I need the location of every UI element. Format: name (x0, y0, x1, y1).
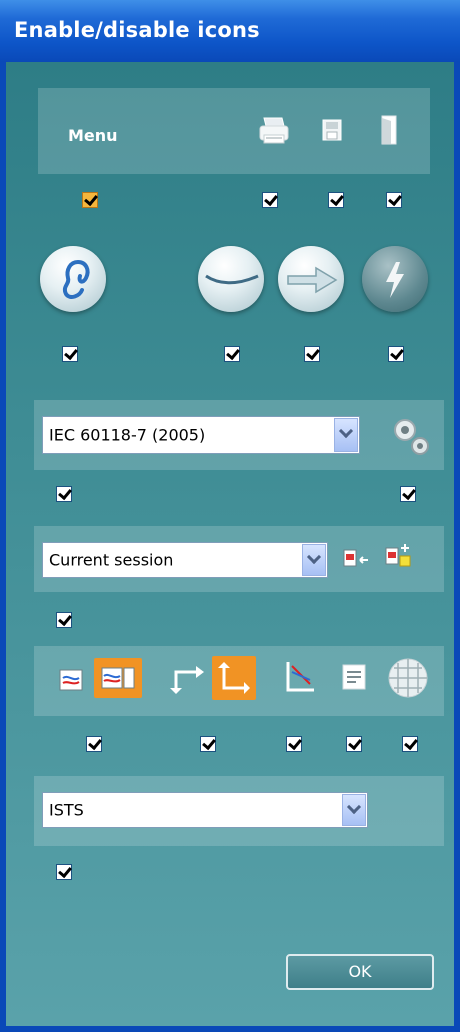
forward-arrow-icon (278, 246, 344, 312)
view-panel (34, 646, 444, 716)
title-bar: Enable/disable icons (0, 0, 460, 62)
save-icon (322, 119, 342, 141)
standard-select[interactable]: IEC 60118-7 (2005) (42, 416, 360, 454)
settings-gears-icon[interactable] (390, 414, 432, 458)
notes-checkbox[interactable] (346, 736, 362, 752)
single-graph-checkbox[interactable] (86, 736, 102, 752)
session-arrow-icon[interactable] (342, 548, 372, 570)
signal-checkbox[interactable] (56, 864, 72, 880)
grid-sphere-icon[interactable] (386, 656, 430, 700)
exit-door-icon[interactable] (380, 114, 400, 146)
chevron-down-icon[interactable] (302, 544, 326, 576)
axes-icon[interactable] (168, 660, 206, 696)
window-title: Enable/disable icons (14, 18, 260, 42)
single-graph-icon[interactable] (58, 668, 84, 692)
dual-graph-highlight (94, 658, 142, 698)
session-checkbox[interactable] (56, 612, 72, 628)
standard-select-value: IEC 60118-7 (2005) (49, 425, 206, 445)
axes-highlight-icon[interactable] (216, 660, 252, 696)
dialog-body: Menu IEC 60118-7 (2005) Current session … (6, 62, 454, 1026)
standard-select-checkbox[interactable] (56, 486, 72, 502)
lightning-icon (362, 246, 428, 312)
signal-select[interactable]: ISTS (42, 792, 368, 828)
curve-axes-icon[interactable] (278, 658, 318, 698)
handpiece-checkbox[interactable] (224, 346, 240, 362)
session-select-value: Current session (49, 550, 174, 570)
forward-arrow-checkbox[interactable] (304, 346, 320, 362)
printer-checkbox[interactable] (262, 192, 278, 208)
signal-panel: ISTS (34, 776, 444, 846)
session-panel: Current session (34, 526, 444, 592)
grid-sphere-checkbox[interactable] (402, 736, 418, 752)
printer-icon (259, 117, 289, 144)
menu-label-checkbox[interactable] (82, 192, 98, 208)
ok-button[interactable]: OK (286, 954, 434, 990)
session-add-icon[interactable] (384, 542, 414, 570)
dual-graph-icon[interactable] (100, 666, 136, 690)
axes-highlight-box (212, 656, 256, 700)
curve-axes-checkbox[interactable] (286, 736, 302, 752)
menu-panel: Menu (38, 88, 430, 174)
settings-checkbox[interactable] (400, 486, 416, 502)
save-checkbox[interactable] (328, 192, 344, 208)
signal-select-value: ISTS (49, 800, 84, 820)
exit-checkbox[interactable] (386, 192, 402, 208)
menu-label: Menu (68, 126, 118, 145)
lightning-checkbox[interactable] (388, 346, 404, 362)
ear-checkbox[interactable] (62, 346, 78, 362)
ear-icon (40, 246, 106, 312)
axes-checkbox[interactable] (200, 736, 216, 752)
session-select[interactable]: Current session (42, 542, 328, 578)
chevron-down-icon[interactable] (334, 418, 358, 452)
chevron-down-icon[interactable] (342, 794, 366, 826)
handpiece-icon (198, 246, 264, 312)
notes-icon[interactable] (340, 662, 368, 692)
standard-panel: IEC 60118-7 (2005) (34, 400, 444, 470)
dialog-window: Enable/disable icons Menu IEC 60118-7 (2… (0, 0, 460, 1032)
